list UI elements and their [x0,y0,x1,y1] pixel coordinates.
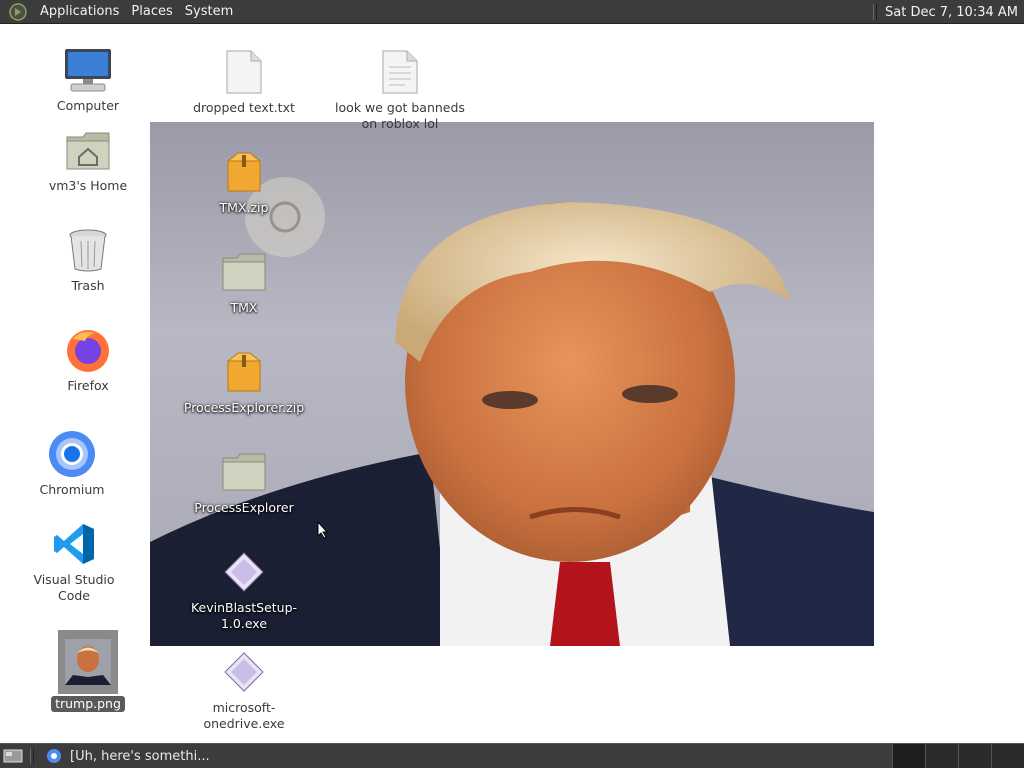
tmx-folder-desktop-icon[interactable]: TMX [184,246,304,316]
home-desktop-icon[interactable]: vm3's Home [28,124,148,194]
vscode-desktop-icon[interactable]: Visual Studio Code [14,518,134,604]
workspace-2[interactable] [925,744,958,768]
desktop[interactable]: Computer vm3's Home Trash Firefox Chromi… [0,24,1024,743]
kevinblast-exe-label: KevinBlastSetup-1.0.exe [190,600,298,631]
vscode-label: Visual Studio Code [33,572,115,603]
applications-menu[interactable]: Applications [34,4,125,19]
home-folder-icon [62,124,114,176]
roblox-text-label: look we got banneds on roblox lol [335,100,465,131]
workspace-1[interactable] [892,744,925,768]
trash-icon [62,224,114,276]
computer-desktop-icon[interactable]: Computer [28,44,148,114]
image-thumbnail-icon [58,630,118,694]
chromium-label: Chromium [39,482,105,497]
tmx-zip-label: TMX.zip [219,200,269,215]
taskbar-window-title: [Uh, here's somethi... [70,748,210,764]
taskbar-window-button[interactable]: [Uh, here's somethi... [40,745,216,767]
trash-desktop-icon[interactable]: Trash [28,224,148,294]
text-file-icon [218,46,270,98]
mouse-cursor-icon [317,520,329,543]
dropped-text-desktop-icon[interactable]: dropped text.txt [184,46,304,116]
panel-separator [30,748,34,764]
workspace-4[interactable] [991,744,1024,768]
text-file-icon [374,46,426,98]
tmx-folder-label: TMX [230,300,258,315]
zip-archive-icon [218,346,270,398]
computer-icon [62,44,114,96]
workspace-switcher[interactable] [892,744,1024,769]
system-menu[interactable]: System [179,4,239,19]
firefox-icon [62,324,114,376]
workspace-3[interactable] [958,744,991,768]
vscode-icon [48,518,100,570]
processexplorer-folder-label: ProcessExplorer [194,500,294,515]
clock[interactable]: Sat Dec 7, 10:34 AM [885,5,1018,20]
tmx-zip-desktop-icon[interactable]: TMX.zip [184,146,304,216]
mate-logo-icon[interactable] [8,2,28,22]
firefox-desktop-icon[interactable]: Firefox [28,324,148,394]
processexplorer-folder-desktop-icon[interactable]: ProcessExplorer [184,446,304,516]
show-desktop-icon [3,749,23,763]
dropped-text-label: dropped text.txt [193,100,295,115]
folder-icon [218,446,270,498]
trash-label: Trash [71,278,105,293]
processexplorer-zip-desktop-icon[interactable]: ProcessExplorer.zip [184,346,304,416]
top-panel: Applications Places System Sat Dec 7, 10… [0,0,1024,24]
onedrive-exe-label: microsoft-onedrive.exe [203,700,285,731]
bottom-panel: [Uh, here's somethi... [0,743,1024,768]
chromium-icon [46,428,98,480]
kevinblast-exe-desktop-icon[interactable]: KevinBlastSetup-1.0.exe [184,546,304,632]
panel-separator [873,4,878,20]
firefox-label: Firefox [67,378,109,393]
trump-png-desktop-icon[interactable]: trump.png [28,630,148,712]
chromium-icon [47,749,61,763]
chromium-desktop-icon[interactable]: Chromium [12,428,132,498]
processexplorer-zip-label: ProcessExplorer.zip [183,400,305,415]
show-desktop-button[interactable] [2,747,24,765]
executable-icon [218,546,270,598]
roblox-text-desktop-icon[interactable]: look we got banneds on roblox lol [335,46,465,132]
trump-png-label: trump.png [51,696,125,712]
folder-icon [218,246,270,298]
computer-label: Computer [56,98,120,113]
zip-archive-icon [218,146,270,198]
places-menu[interactable]: Places [125,4,178,19]
onedrive-exe-desktop-icon[interactable]: microsoft-onedrive.exe [184,646,304,732]
executable-icon [218,646,270,698]
home-label: vm3's Home [48,178,128,193]
